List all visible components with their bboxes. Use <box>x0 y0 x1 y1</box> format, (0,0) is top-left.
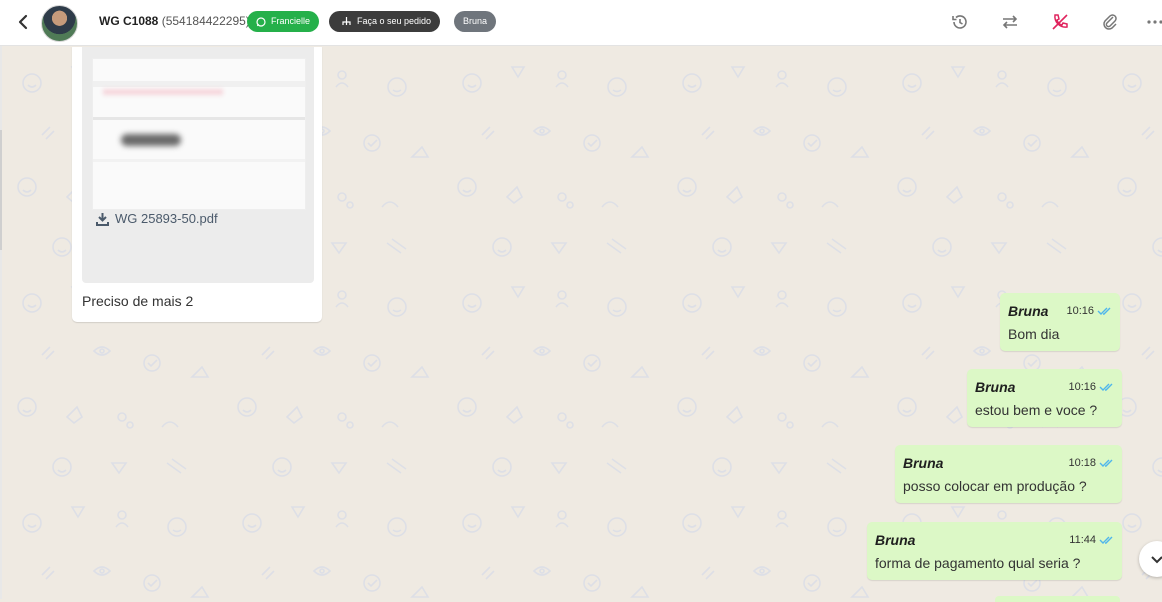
outgoing-message[interactable]: Bruna 10:16 estou bem e voce ? <box>967 369 1122 427</box>
order-chip-label: Faça o seu pedido <box>357 16 432 26</box>
back-icon[interactable] <box>14 12 34 32</box>
contact-phone: (554184422295) <box>161 14 250 28</box>
whatsapp-chip-label: Francielle <box>271 16 311 26</box>
message-text: estou bem e voce ? <box>975 402 1098 418</box>
pdf-attachment[interactable]: WG 25893-50.pdf <box>82 47 314 283</box>
read-ticks-icon <box>1097 307 1111 315</box>
message-caption: Preciso de mais 2 <box>82 293 194 309</box>
contact-name: WG C1088 <box>99 14 159 28</box>
paperclip-icon[interactable] <box>1100 12 1120 32</box>
message-sender: Bruna <box>903 455 944 471</box>
agent-chip[interactable]: Bruna <box>454 11 497 32</box>
message-sender: Bruna <box>975 379 1016 395</box>
message-time: 10:16 <box>1066 305 1094 317</box>
agent-chip-label: Bruna <box>463 16 488 26</box>
message-sender: Bruna <box>1008 303 1049 319</box>
message-sender: Bruna <box>875 532 916 548</box>
message-time: 10:16 <box>1068 381 1096 393</box>
whatsapp-icon <box>256 16 266 27</box>
flow-icon <box>342 17 351 25</box>
download-icon <box>96 212 109 226</box>
outgoing-message[interactable]: Bruna 10:18 posso colocar em produção ? <box>895 445 1122 503</box>
more-icon[interactable] <box>1146 12 1162 32</box>
whatsapp-connection-chip[interactable]: Francielle <box>247 11 320 32</box>
read-ticks-icon <box>1099 383 1113 391</box>
chat-header: WG C1088 (554184422295) Francielle Faça … <box>0 0 1162 46</box>
message-text: Bom dia <box>1008 326 1060 342</box>
chat-area[interactable]: WG 25893-50.pdf Preciso de mais 2 Bruna … <box>2 47 1162 599</box>
transfer-icon[interactable] <box>1000 12 1020 32</box>
message-time: 11:44 <box>1069 534 1096 546</box>
avatar[interactable] <box>41 5 78 42</box>
pdf-preview-thumbnail[interactable] <box>92 58 306 210</box>
chevron-down-icon <box>1151 556 1162 564</box>
next-outgoing-message-edge <box>995 596 1120 602</box>
history-icon[interactable] <box>950 12 970 32</box>
read-ticks-icon <box>1099 459 1113 467</box>
attachment-download[interactable]: WG 25893-50.pdf <box>96 211 218 226</box>
outgoing-message[interactable]: Bruna 11:44 forma de pagamento qual seri… <box>867 522 1122 580</box>
contact-title[interactable]: WG C1088 (554184422295) <box>99 14 250 28</box>
message-text: posso colocar em produção ? <box>903 478 1087 494</box>
incoming-message[interactable]: WG 25893-50.pdf Preciso de mais 2 <box>72 47 322 322</box>
read-ticks-icon <box>1099 536 1113 544</box>
order-flow-chip[interactable]: Faça o seu pedido <box>329 11 441 32</box>
attachment-filename: WG 25893-50.pdf <box>115 211 218 226</box>
message-text: forma de pagamento qual seria ? <box>875 555 1081 571</box>
outgoing-message[interactable]: Bruna 10:16 Bom dia <box>1000 293 1120 351</box>
phone-off-icon[interactable] <box>1050 12 1070 32</box>
message-time: 10:18 <box>1068 457 1096 469</box>
